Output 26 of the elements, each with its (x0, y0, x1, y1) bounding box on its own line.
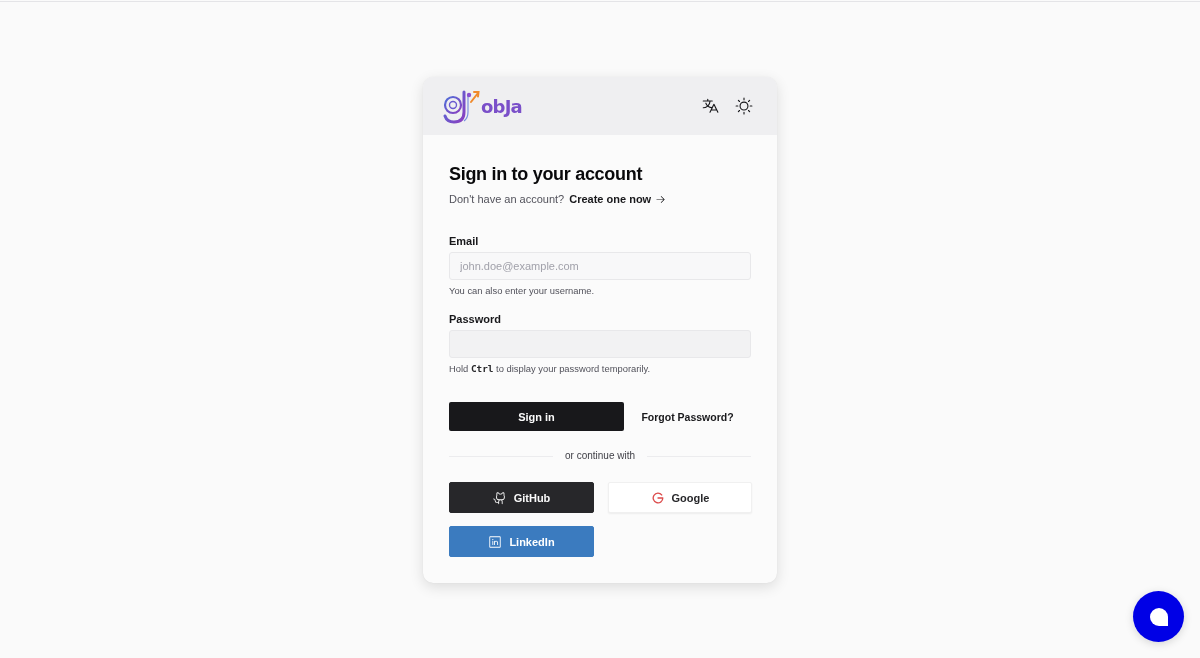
field-hint: Hold Ctrl to display your password temporarily. (449, 362, 651, 376)
email-field[interactable]: john.doe@example.com (449, 252, 751, 280)
logo-wordmark: obJa (481, 95, 522, 117)
page-title: Sign in to your account (449, 163, 643, 186)
divider-text: or continue with (565, 449, 636, 463)
google-logo-icon (650, 490, 665, 505)
chat-bubble-icon (1148, 606, 1169, 627)
theme-toggle-button[interactable] (735, 97, 753, 115)
field-label: Password (449, 312, 501, 327)
github-sign-in-button[interactable]: GitHub (449, 482, 594, 513)
translate-icon (701, 97, 719, 115)
translate-button[interactable] (701, 97, 719, 115)
create-account-link[interactable]: Create one now (569, 191, 667, 207)
github-logo-icon (492, 490, 507, 505)
chat-button[interactable] (1133, 591, 1184, 642)
sign-in-button[interactable]: Sign in (449, 402, 624, 431)
logo-mark-icon (442, 88, 480, 124)
forgot-password-link[interactable]: Forgot Password? (641, 410, 734, 423)
linkedin-sign-in-button[interactable]: LinkedIn (449, 526, 594, 557)
field-hint: You can also enter your username. (449, 284, 595, 298)
arrow-right-icon (655, 193, 667, 205)
sun-icon (735, 97, 753, 115)
google-sign-in-button[interactable]: Google (608, 482, 752, 513)
signup-prompt-text: Don't have an account? (449, 192, 565, 207)
linkedin-logo-icon (488, 534, 503, 549)
field-label: Email (449, 234, 479, 249)
